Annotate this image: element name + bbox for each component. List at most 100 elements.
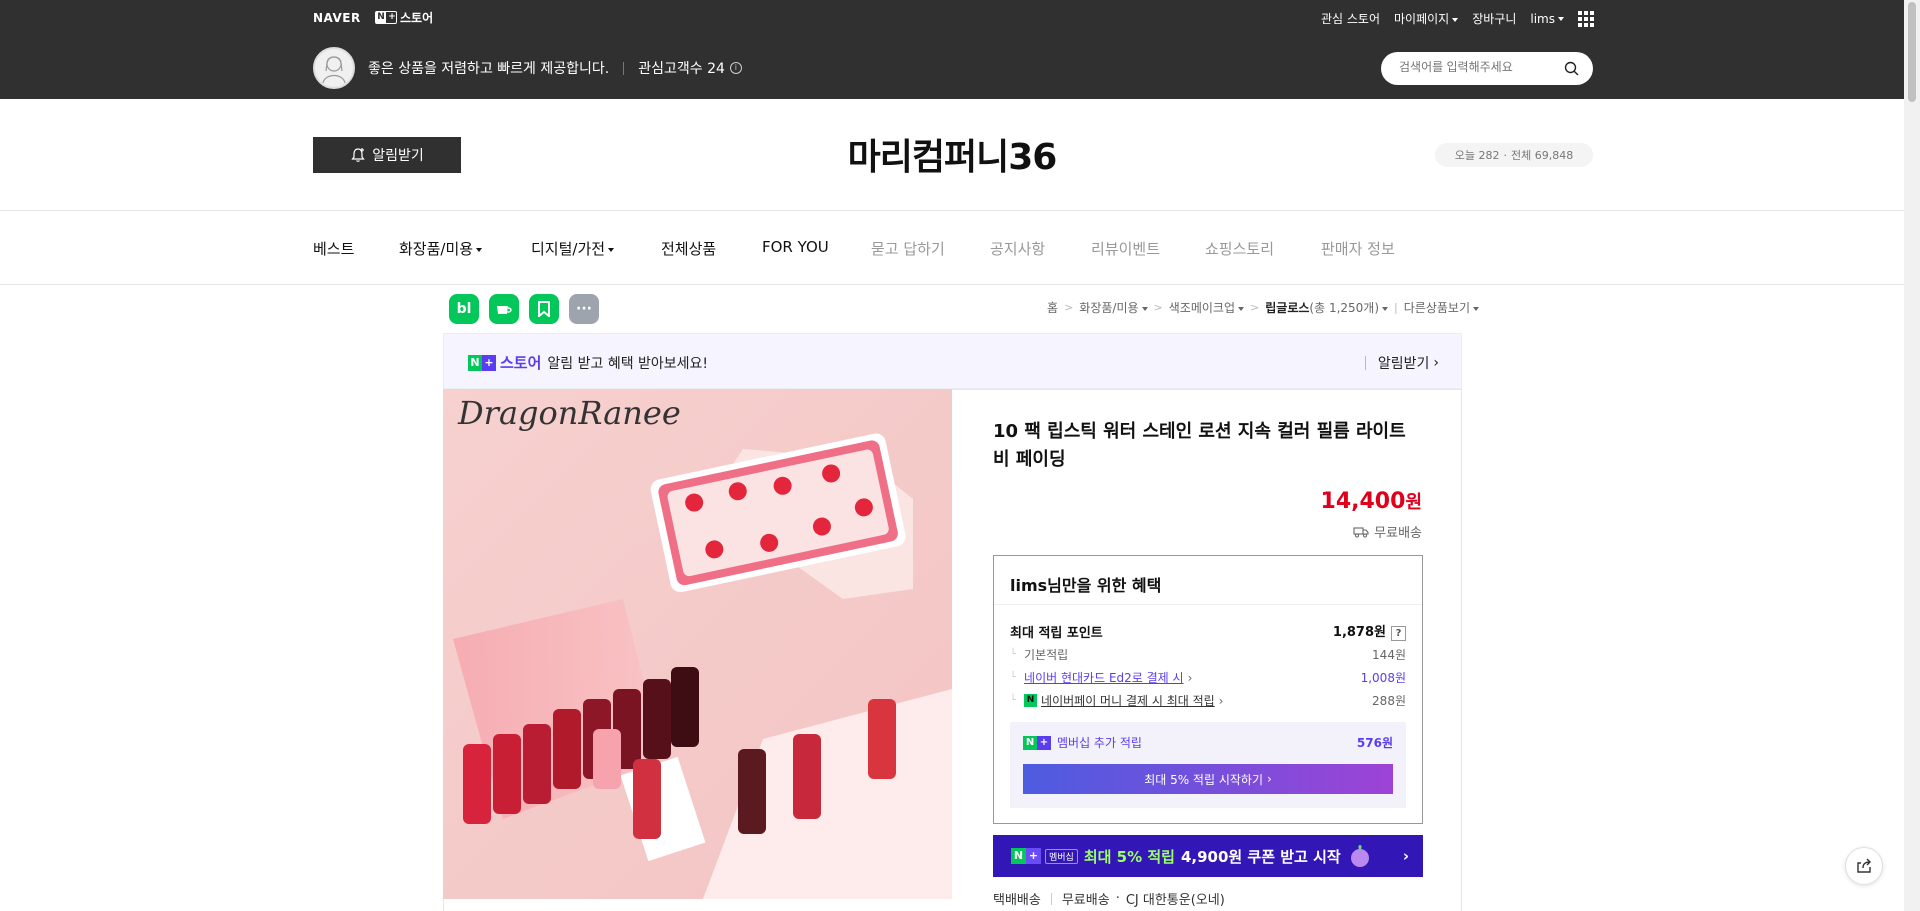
delivery-row: 택배배송 무료배송 · CJ 대한통운(오네) [993,889,1225,908]
chevron-right-icon: > [1064,301,1074,314]
blog-share-button[interactable]: bl [449,294,479,324]
chevron-right-icon: › [1433,355,1439,371]
membership-button-label: 최대 5% 적립 시작하기 [1144,772,1263,787]
product-image-brand: DragonRanee [457,394,681,432]
delivery-type: 택배배송 [993,893,1041,908]
naver-plus-store-logo[interactable]: N + 스토어 [375,9,433,26]
naver-logo[interactable]: NAVER [313,11,361,25]
divider [623,61,625,75]
divider: | [1394,301,1398,314]
product-image[interactable]: DragonRanee [443,389,952,899]
chevron-right-icon: › [1402,847,1409,865]
chevron-down-icon [1382,306,1389,311]
divider [1050,892,1052,905]
store-name[interactable]: 마리컴퍼니36 [0,128,1904,180]
more-share-button[interactable]: ··· [569,294,599,324]
card-point-label: 네이버 현대카드 Ed2로 결제 시 [1024,671,1184,685]
nav-item-qna[interactable]: 묻고 답하기 [871,238,945,259]
nav-item-digital[interactable]: 디지털/가전 [531,238,615,259]
membership-banner[interactable]: N + 멤버십 최대 5% 적립 4,900원 쿠폰 받고 시작 › [993,835,1423,877]
membership-value: 576원 [1356,736,1393,750]
benefit-box: lims님만을 위한 혜택 최대 적립 포인트 1,878원? 기본적립 144… [993,555,1423,824]
benefit-heading: lims님만을 위한 혜택 [1010,576,1162,595]
chevron-down-icon [1238,306,1245,311]
chevron-right-icon: > [1250,301,1260,314]
nav-item-notice[interactable]: 공지사항 [990,238,1045,259]
favorite-store-link[interactable]: 관심 스토어 [1321,10,1380,27]
nav-item-for-you[interactable]: FOR YOU [762,238,829,256]
store-profile-avatar[interactable] [313,47,355,89]
store-slogan-row: 좋은 상품을 저렴하고 빠르게 제공합니다. 관심고객수 24 i [368,58,742,78]
card-point-row: 네이버 현대카드 Ed2로 결제 시› 1,008원 [1010,669,1406,686]
breadcrumb-cat1[interactable]: 화장품/미용 [1079,299,1148,316]
chevron-right-icon: > [1153,301,1163,314]
info-icon[interactable]: i [729,62,742,74]
blog-icon: bl [456,301,472,317]
breadcrumb: 홈 > 화장품/미용 > 색조메이크업 > 립글로스(총 1,250개) | 다… [1047,299,1479,316]
chevron-down-icon [1558,17,1564,21]
breadcrumb-cat2[interactable]: 색조메이크업 [1168,299,1245,316]
chevron-right-icon: › [1218,693,1224,708]
apps-grid-icon[interactable] [1578,10,1594,27]
search-icon[interactable] [1564,61,1579,76]
mypage-menu[interactable]: 마이페이지 [1394,10,1459,27]
max-point-row: 최대 적립 포인트 1,878원? [1010,621,1406,641]
more-dots-icon: ··· [576,301,592,317]
top-bar: NAVER N + 스토어 관심 스토어 마이페이지 장바구니 lims 좋은 상… [0,0,1920,99]
banner-highlight: 최대 5% 적립 [1083,847,1175,866]
naver-plus-icon: N + [1023,735,1051,750]
max-point-value-wrap: 1,878원? [1333,621,1406,641]
promo-text-row: N + 스토어 알림 받고 혜택 받아보세요! [468,352,708,373]
basic-point-label: 기본적립 [1010,646,1068,663]
nav-item-cosmetics[interactable]: 화장품/미용 [399,238,483,259]
cafe-share-button[interactable] [489,294,519,324]
nav-item-all-products[interactable]: 전체상품 [661,238,716,259]
store-label: 스토어 [400,11,434,25]
mypage-label: 마이페이지 [1394,12,1450,26]
breadcrumb-cat3[interactable]: 립글로스(총 1,250개) [1265,299,1389,316]
npay-point-label: 네이버페이 머니 결제 시 최대 적립 [1041,694,1215,708]
search-input[interactable] [1399,60,1559,74]
dot-separator: · [1503,148,1508,162]
naver-plus-icon: N + [375,11,397,24]
membership-tag: 멤버십 [1045,848,1078,864]
page-scrollbar[interactable] [1904,0,1920,911]
other-products-menu[interactable]: 다른상품보기 [1404,299,1479,316]
divider [994,604,1422,605]
visit-today: 오늘 282 [1454,149,1500,162]
promo-alarm-link[interactable]: 알림받기 › [1364,353,1439,373]
product-price: 14,400원 [1321,488,1422,514]
cart-link[interactable]: 장바구니 [1472,10,1516,27]
npay-point-link[interactable]: N 네이버페이 머니 결제 시 최대 적립› [1010,692,1223,709]
bookmark-share-button[interactable] [529,294,559,324]
breadcrumb-home[interactable]: 홈 [1047,299,1058,316]
chevron-right-icon: › [1187,670,1193,685]
user-menu[interactable]: lims [1530,12,1564,26]
help-icon[interactable]: ? [1391,626,1406,641]
breadcrumb-label: 화장품/미용 [1079,301,1139,315]
membership-label-wrap: N + 멤버십 추가 적립 [1023,734,1142,751]
chevron-right-icon: › [1267,772,1272,786]
breadcrumb-label: 색조메이크업 [1168,301,1236,315]
nav-item-best[interactable]: 베스트 [313,238,354,259]
share-floating-button[interactable] [1845,847,1883,885]
nav-item-review-event[interactable]: 리뷰이벤트 [1091,238,1160,259]
top-links: 관심 스토어 마이페이지 장바구니 lims [1321,10,1594,27]
membership-start-button[interactable]: 최대 5% 적립 시작하기 › [1023,764,1393,794]
gift-onion-icon [1350,845,1369,867]
npay-point-row: N 네이버페이 머니 결제 시 최대 적립› 288원 [1010,692,1406,709]
followers-count: 관심고객수 24 [638,61,725,77]
shipping-label: 무료배송 [1374,526,1422,541]
membership-label: 멤버십 추가 적립 [1057,736,1142,750]
divider [1364,356,1366,370]
basic-point-value: 144원 [1372,648,1406,662]
membership-row: N + 멤버십 추가 적립 576원 [1023,734,1393,751]
nav-item-shopping-story[interactable]: 쇼핑스토리 [1205,238,1274,259]
card-point-link[interactable]: 네이버 현대카드 Ed2로 결제 시› [1010,669,1192,686]
nav-item-seller-info[interactable]: 판매자 정보 [1321,238,1395,259]
basic-point-row: 기본적립 144원 [1010,646,1406,663]
nav-item-label: 디지털/가전 [531,240,606,258]
divider [0,210,1904,211]
scrollbar-thumb[interactable] [1908,2,1916,102]
store-slogan: 좋은 상품을 저렴하고 빠르게 제공합니다. [368,61,610,77]
